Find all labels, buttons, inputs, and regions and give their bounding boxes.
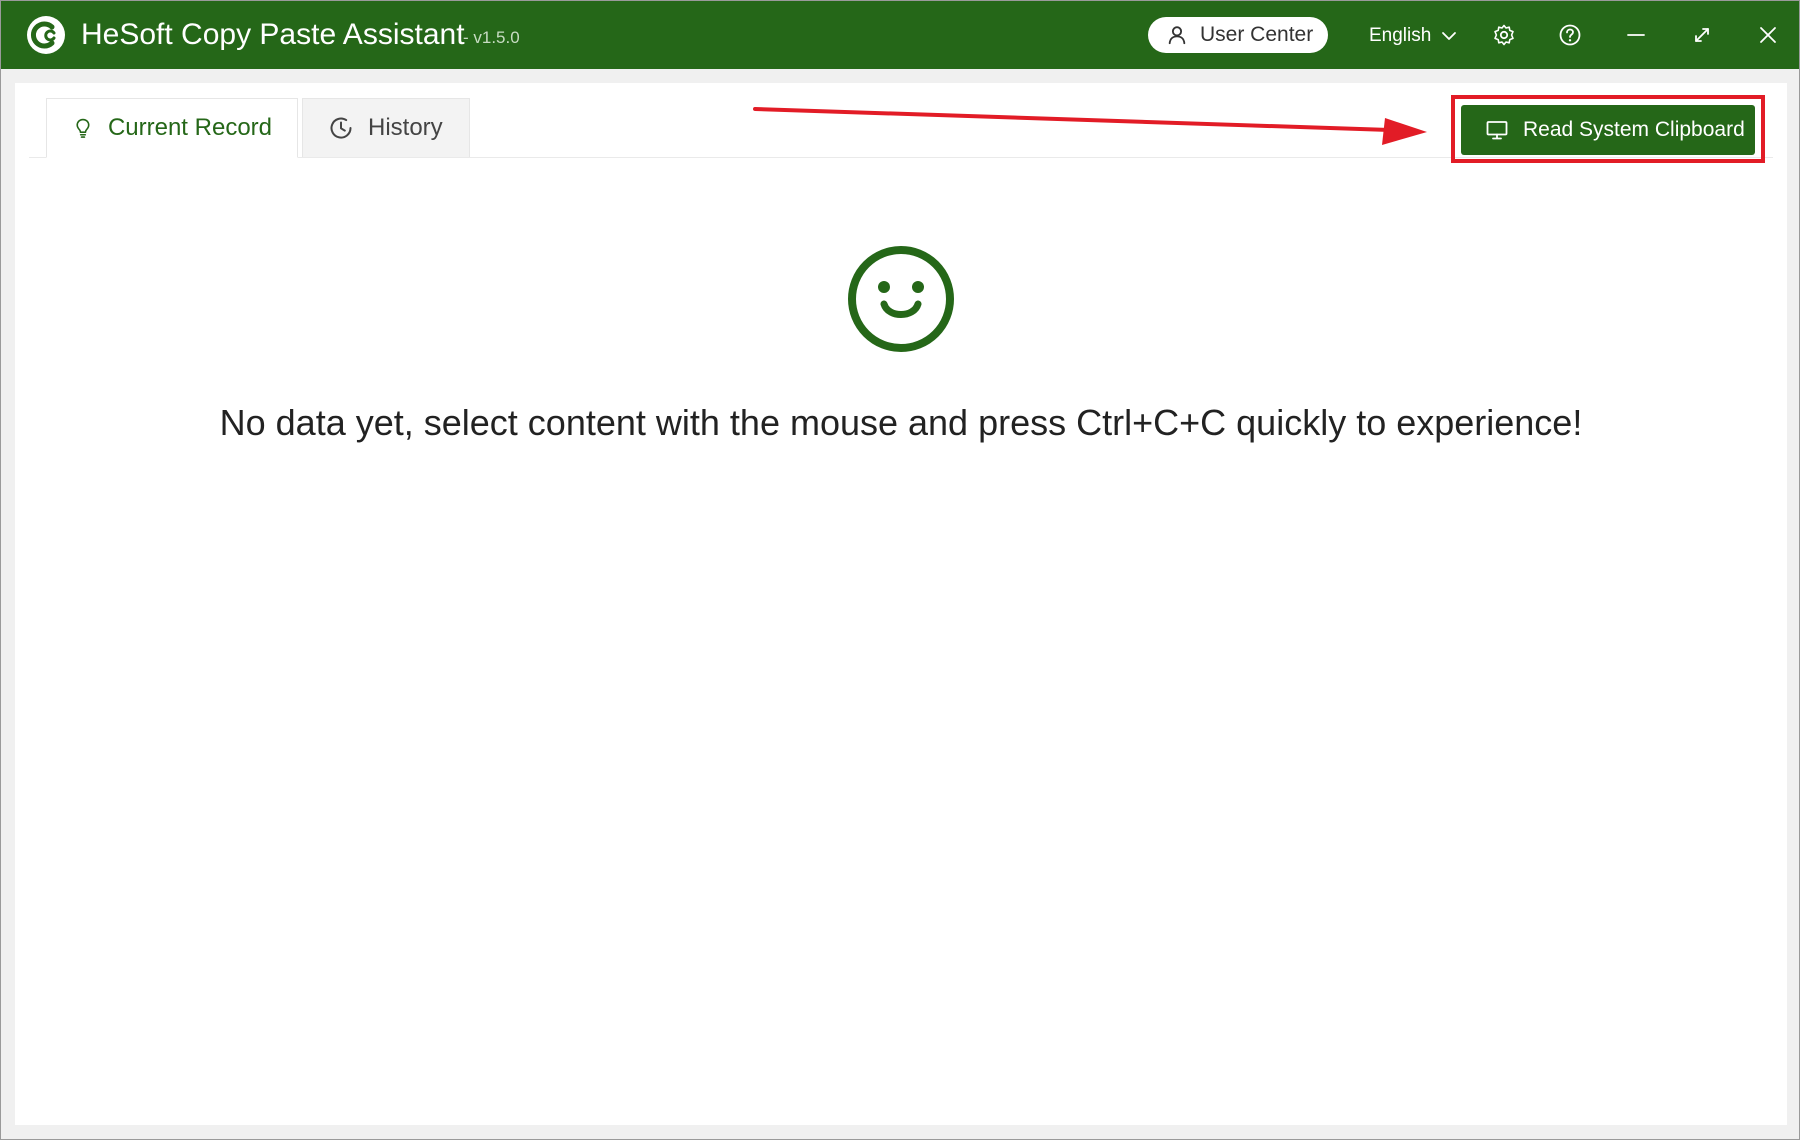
read-system-clipboard-button[interactable]: Read System Clipboard: [1461, 105, 1755, 155]
user-center-label: User Center: [1200, 23, 1314, 46]
language-select[interactable]: English: [1369, 23, 1457, 49]
close-icon: [1760, 27, 1776, 43]
settings-button[interactable]: [1490, 21, 1518, 49]
app-window: HeSoft Copy Paste Assistant - v1.5.0 Use…: [0, 0, 1800, 1140]
tab-history[interactable]: History: [302, 98, 470, 158]
close-button[interactable]: [1754, 21, 1782, 49]
minimize-button[interactable]: [1622, 21, 1650, 49]
lightbulb-icon: [76, 118, 90, 138]
read-system-clipboard-label: Read System Clipboard: [1523, 118, 1745, 141]
title-bar: HeSoft Copy Paste Assistant - v1.5.0 Use…: [1, 1, 1799, 69]
tab-current-record[interactable]: Current Record: [46, 98, 298, 158]
maximize-button[interactable]: [1688, 21, 1716, 49]
user-center-button[interactable]: User Center: [1148, 17, 1328, 53]
empty-state-message: No data yet, select content with the mou…: [219, 402, 1583, 443]
main-panel: Current Record History Read System Clipb…: [15, 83, 1787, 1125]
clock-icon: [330, 117, 352, 139]
user-icon: [1168, 26, 1186, 45]
monitor-icon: [1486, 121, 1508, 140]
app-version: - v1.5.0: [463, 28, 520, 47]
help-button[interactable]: [1556, 21, 1584, 49]
gear-icon: [1494, 24, 1514, 46]
copy-paste-logo-icon: [25, 14, 67, 56]
tab-bar: Current Record History: [46, 98, 470, 158]
tab-history-label: History: [368, 114, 443, 141]
help-icon: [1559, 24, 1581, 46]
smiley-face-icon: [848, 246, 954, 352]
minimize-icon: [1627, 34, 1645, 36]
app-title: HeSoft Copy Paste Assistant: [81, 18, 465, 51]
chevron-down-icon: [1442, 32, 1457, 40]
expand-icon: [1695, 28, 1709, 42]
tab-current-record-label: Current Record: [107, 114, 272, 141]
language-label: English: [1369, 25, 1432, 46]
